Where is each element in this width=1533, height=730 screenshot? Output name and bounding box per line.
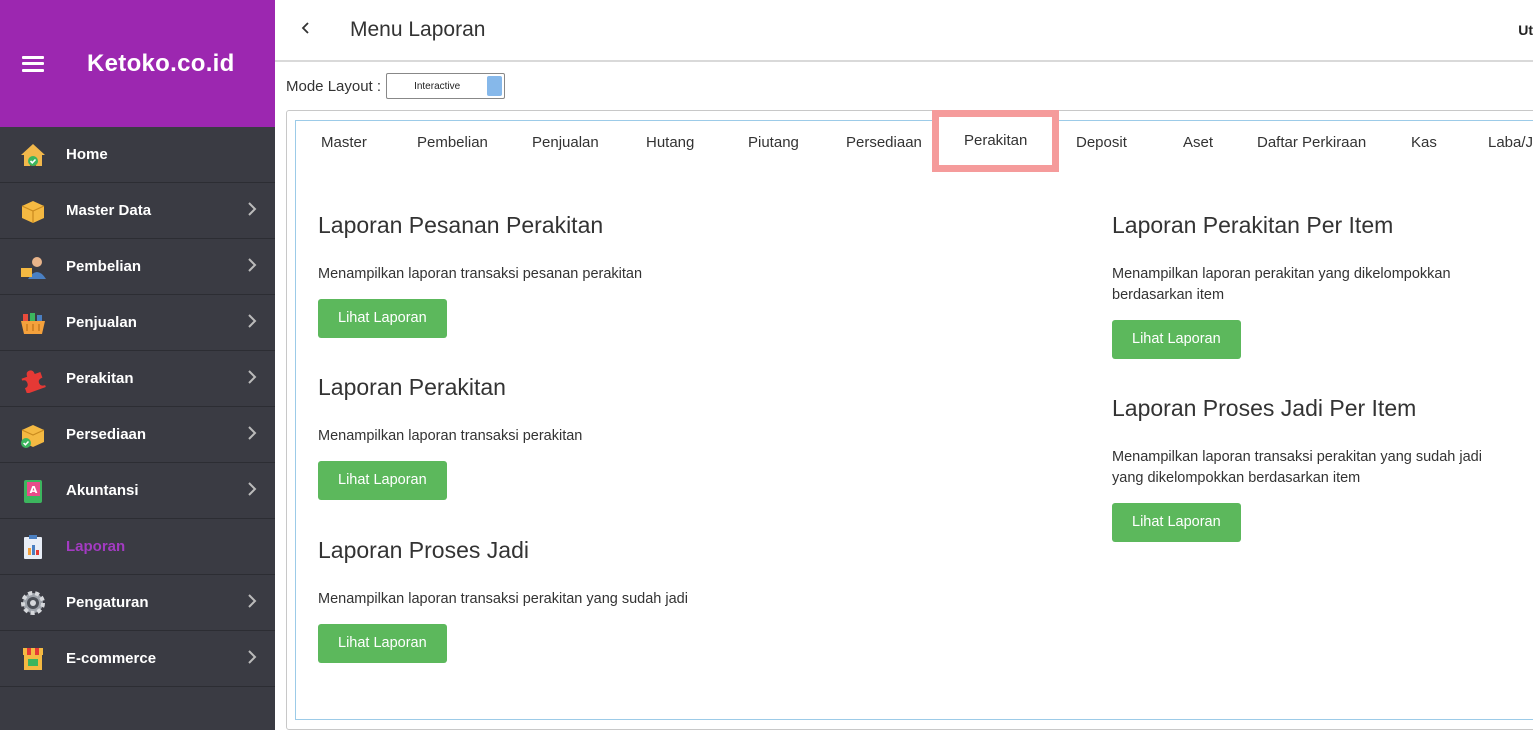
report-card: Laporan Proses Jadi Per Item Menampilkan…	[1112, 395, 1487, 542]
select-handle-icon	[487, 76, 503, 96]
report-description: Menampilkan laporan transaksi perakitan …	[318, 591, 688, 607]
tab-piutang[interactable]: Piutang	[748, 121, 799, 165]
sidebar-item-pembelian[interactable]: Pembelian	[0, 239, 275, 295]
report-description: Menampilkan laporan transaksi perakitan …	[1112, 449, 1482, 486]
chevron-right-icon	[247, 481, 257, 502]
gear-icon	[18, 588, 48, 618]
chevron-right-icon	[247, 425, 257, 446]
mode-layout-value: Interactive	[414, 80, 461, 92]
view-report-button[interactable]: Lihat Laporan	[318, 461, 447, 500]
store-icon	[18, 644, 48, 674]
report-title: Laporan Perakitan Per Item	[1112, 212, 1394, 238]
tab-persediaan[interactable]: Persediaan	[846, 121, 922, 165]
sidebar-item-home[interactable]: Home	[0, 127, 275, 183]
mode-layout-row: Mode Layout : Interactive	[286, 73, 506, 99]
sidebar-item-label: Master Data	[66, 202, 152, 219]
tab-deposit[interactable]: Deposit	[1076, 121, 1127, 165]
sidebar-item-label: Persediaan	[66, 426, 147, 443]
sidebar-item-e-commerce[interactable]: E-commerce	[0, 631, 275, 687]
chevron-right-icon	[247, 257, 257, 278]
sidebar: Ketoko.co.id Home Master Data Pembelian …	[0, 0, 275, 730]
report-card: Laporan Proses Jadi Menampilkan laporan …	[318, 537, 698, 663]
report-card: Laporan Pesanan Perakitan Menampilkan la…	[318, 212, 698, 338]
tab-perakitan[interactable]: Perakitan	[932, 110, 1060, 172]
chevron-right-icon	[247, 649, 257, 670]
sidebar-item-label: Pengaturan	[66, 594, 149, 611]
report-title: Laporan Perakitan	[318, 374, 506, 400]
sidebar-item-label: Home	[66, 146, 108, 163]
box-check-icon	[18, 420, 48, 450]
report-card: Laporan Perakitan Menampilkan laporan tr…	[318, 374, 698, 500]
box-icon	[18, 196, 48, 226]
sidebar-item-label: E-commerce	[66, 650, 157, 667]
report-tabs: Master Pembelian Penjualan Hutang Piutan…	[296, 110, 1533, 172]
sidebar-item-label: Penjualan	[66, 314, 137, 331]
sidebar-item-pengaturan[interactable]: Pengaturan	[0, 575, 275, 631]
top-bar: Menu Laporan Ut	[275, 0, 1533, 62]
book-icon: A	[18, 476, 48, 506]
sidebar-item-akuntansi[interactable]: A Akuntansi	[0, 463, 275, 519]
sidebar-item-label: Laporan	[66, 538, 126, 555]
page-title: Menu Laporan	[350, 18, 486, 41]
tab-kas[interactable]: Kas	[1411, 121, 1437, 165]
sidebar-item-label: Akuntansi	[66, 482, 139, 499]
view-report-button[interactable]: Lihat Laporan	[1112, 320, 1241, 359]
sidebar-item-penjualan[interactable]: Penjualan	[0, 295, 275, 351]
report-description: Menampilkan laporan perakitan yang dikel…	[1112, 266, 1451, 303]
view-report-button[interactable]: Lihat Laporan	[1112, 503, 1241, 542]
user-name[interactable]: Ut	[1518, 22, 1533, 38]
chevron-right-icon	[247, 369, 257, 390]
mode-layout-label: Mode Layout :	[286, 77, 382, 95]
report-title: Laporan Proses Jadi Per Item	[1112, 395, 1417, 421]
home-icon	[18, 140, 48, 170]
tab-penjualan[interactable]: Penjualan	[532, 121, 599, 165]
tab-hutang[interactable]: Hutang	[646, 121, 694, 165]
report-title: Laporan Pesanan Perakitan	[318, 212, 604, 238]
tab-pembelian[interactable]: Pembelian	[417, 121, 488, 165]
brand-title: Ketoko.co.id	[87, 49, 235, 77]
chevron-right-icon	[247, 201, 257, 222]
chevron-right-icon	[247, 313, 257, 334]
sidebar-item-persediaan[interactable]: Persediaan	[0, 407, 275, 463]
hamburger-menu-icon[interactable]	[22, 55, 44, 72]
back-arrow-icon[interactable]	[301, 21, 315, 40]
tab-daftar-perkiraan[interactable]: Daftar Perkiraan	[1257, 121, 1366, 165]
report-title: Laporan Proses Jadi	[318, 537, 529, 563]
mode-layout-select[interactable]: Interactive	[386, 73, 506, 99]
sidebar-item-label: Pembelian	[66, 258, 142, 275]
tab-aset[interactable]: Aset	[1183, 121, 1213, 165]
tab-master[interactable]: Master	[321, 121, 367, 165]
chevron-right-icon	[247, 593, 257, 614]
sidebar-item-label: Perakitan	[66, 370, 134, 387]
report-description: Menampilkan laporan transaksi perakitan	[318, 428, 583, 444]
view-report-button[interactable]: Lihat Laporan	[318, 299, 447, 338]
basket-icon	[18, 308, 48, 338]
svg-text:A: A	[30, 485, 38, 496]
clipboard-icon	[18, 532, 48, 562]
view-report-button[interactable]: Lihat Laporan	[318, 624, 447, 663]
buyer-icon	[18, 252, 48, 282]
tab-laba-jual[interactable]: Laba/J	[1488, 121, 1533, 165]
sidebar-item-perakitan[interactable]: Perakitan	[0, 351, 275, 407]
report-card: Laporan Perakitan Per Item Menampilkan l…	[1112, 212, 1487, 359]
puzzle-icon	[18, 364, 48, 394]
brand-header: Ketoko.co.id	[0, 0, 275, 127]
sidebar-item-laporan[interactable]: Laporan	[0, 519, 275, 575]
sidebar-item-master-data[interactable]: Master Data	[0, 183, 275, 239]
report-description: Menampilkan laporan transaksi pesanan pe…	[318, 266, 643, 282]
